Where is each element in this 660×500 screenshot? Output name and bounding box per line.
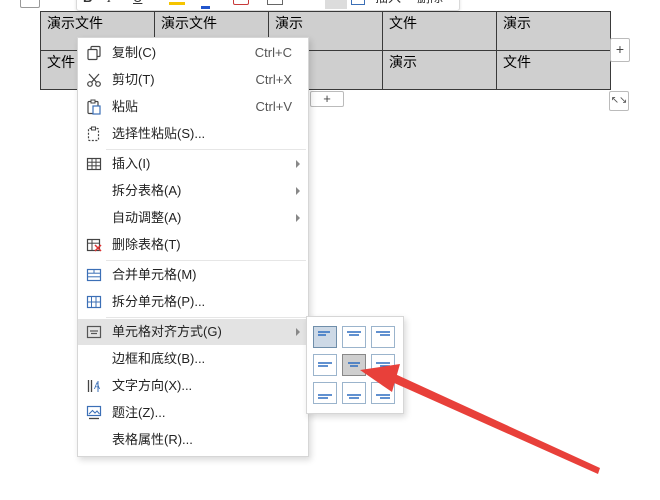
align-middle-center-button[interactable] [342,354,366,376]
menu-item-label: 复制(C) [112,45,157,60]
menu-item-shortcut: Ctrl+V [255,99,292,114]
align-button-active[interactable] [325,0,347,9]
mini-toolbar: B I U A 插入 删除 [76,0,460,11]
border-icon[interactable] [267,0,283,5]
align-bottom-right-button[interactable] [371,382,395,404]
table-move-handle[interactable] [20,0,40,8]
menu-item-label: 插入(I) [112,156,151,171]
paste-icon [87,99,101,115]
shading-icon[interactable] [233,0,249,5]
context-menu: 复制(C) Ctrl+C 剪切(T) Ctrl+X 粘贴 Ctrl+V 选择性粘… [77,37,309,457]
table-insert-icon [86,157,102,171]
align-middle-center-icon [348,362,360,367]
menu-item-paste-special[interactable]: 选择性粘贴(S)... [78,121,308,147]
menu-item-label: 删除表格(T) [112,237,181,252]
insert-button[interactable]: 插入 [375,0,401,6]
menu-item-borders-shading[interactable]: 边框和底纹(B)... [78,346,308,372]
text-direction-icon: A [87,380,100,392]
align-top-left-icon [318,331,330,336]
italic-button[interactable]: I [107,0,111,6]
menu-item-label: 边框和底纹(B)... [112,351,206,366]
align-top-center-icon [347,331,361,336]
align-middle-right-button[interactable] [371,354,395,376]
menu-separator [106,260,306,261]
menu-item-label: 选择性粘贴(S)... [112,126,206,141]
align-top-right-button[interactable] [371,326,395,348]
delete-button[interactable]: 删除 [417,0,443,6]
align-bottom-center-icon [347,394,361,399]
menu-item-merge-cells[interactable]: 合并单元格(M) [78,262,308,288]
table-resize-handle[interactable]: ↖↘ [609,91,629,111]
submenu-arrow-icon [296,187,300,195]
menu-item-label: 拆分单元格(P)... [112,294,206,309]
add-column-button[interactable]: + [610,38,630,62]
submenu-arrow-icon [296,160,300,168]
menu-item-label: 表格属性(R)... [112,432,193,447]
submenu-arrow-icon [296,328,300,336]
menu-item-caption[interactable]: 题注(Z)... [78,400,308,426]
table-style-icon[interactable] [351,0,365,5]
menu-separator [106,317,306,318]
cell-align-icon [86,325,102,339]
font-color-button[interactable]: A [201,0,210,9]
submenu-arrow-icon [296,214,300,222]
paste-special-icon [87,126,100,142]
underline-button[interactable]: U [133,0,142,6]
menu-item-label: 单元格对齐方式(G) [112,324,222,339]
table-cell[interactable]: 演示 [382,50,497,90]
menu-item-text-direction[interactable]: A 文字方向(X)... [78,373,308,399]
svg-text:A: A [94,381,100,391]
align-bottom-left-icon [318,394,332,399]
menu-item-copy[interactable]: 复制(C) Ctrl+C [78,40,308,66]
cell-alignment-submenu [306,316,404,414]
menu-item-table-properties[interactable]: 表格属性(R)... [78,427,308,453]
align-top-right-icon [376,331,390,336]
menu-item-label: 粘贴 [112,99,139,114]
align-middle-right-icon [376,362,390,367]
menu-item-label: 题注(Z)... [112,405,166,420]
menu-item-label: 拆分表格(A) [112,183,182,198]
align-bottom-center-button[interactable] [342,382,366,404]
menu-item-cut[interactable]: 剪切(T) Ctrl+X [78,67,308,93]
align-top-left-button[interactable] [313,326,337,348]
table-cell[interactable]: 文件 [382,11,497,51]
menu-item-split-table[interactable]: 拆分表格(A) [78,178,308,204]
bold-button[interactable]: B [83,0,92,6]
menu-item-label: 文字方向(X)... [112,378,193,393]
delete-table-icon [86,238,102,252]
caption-icon [86,405,102,420]
menu-item-paste[interactable]: 粘贴 Ctrl+V [78,94,308,120]
split-cells-icon [86,295,102,309]
menu-item-split-cells[interactable]: 拆分单元格(P)... [78,289,308,315]
highlight-icon[interactable] [169,0,185,5]
align-top-center-button[interactable] [342,326,366,348]
menu-item-cell-alignment[interactable]: 单元格对齐方式(G) [78,319,308,345]
table-cell[interactable]: 演示 [496,11,611,51]
align-middle-left-icon [318,362,332,367]
align-bottom-right-icon [376,394,390,399]
merge-cells-icon [86,268,102,282]
align-middle-left-button[interactable] [313,354,337,376]
menu-item-shortcut: Ctrl+X [255,72,292,87]
table-cell[interactable]: 文件 [496,50,611,90]
copy-icon [87,45,101,61]
menu-item-delete-table[interactable]: 删除表格(T) [78,232,308,258]
add-row-button[interactable]: + [310,91,344,107]
menu-item-shortcut: Ctrl+C [254,45,292,60]
menu-item-label: 自动调整(A) [112,210,182,225]
menu-item-auto-fit[interactable]: 自动调整(A) [78,205,308,231]
menu-item-insert[interactable]: 插入(I) [78,151,308,177]
menu-item-label: 剪切(T) [112,72,155,87]
align-bottom-left-button[interactable] [313,382,337,404]
menu-separator [106,149,306,150]
cut-icon [87,73,101,87]
menu-item-label: 合并单元格(M) [112,267,197,282]
